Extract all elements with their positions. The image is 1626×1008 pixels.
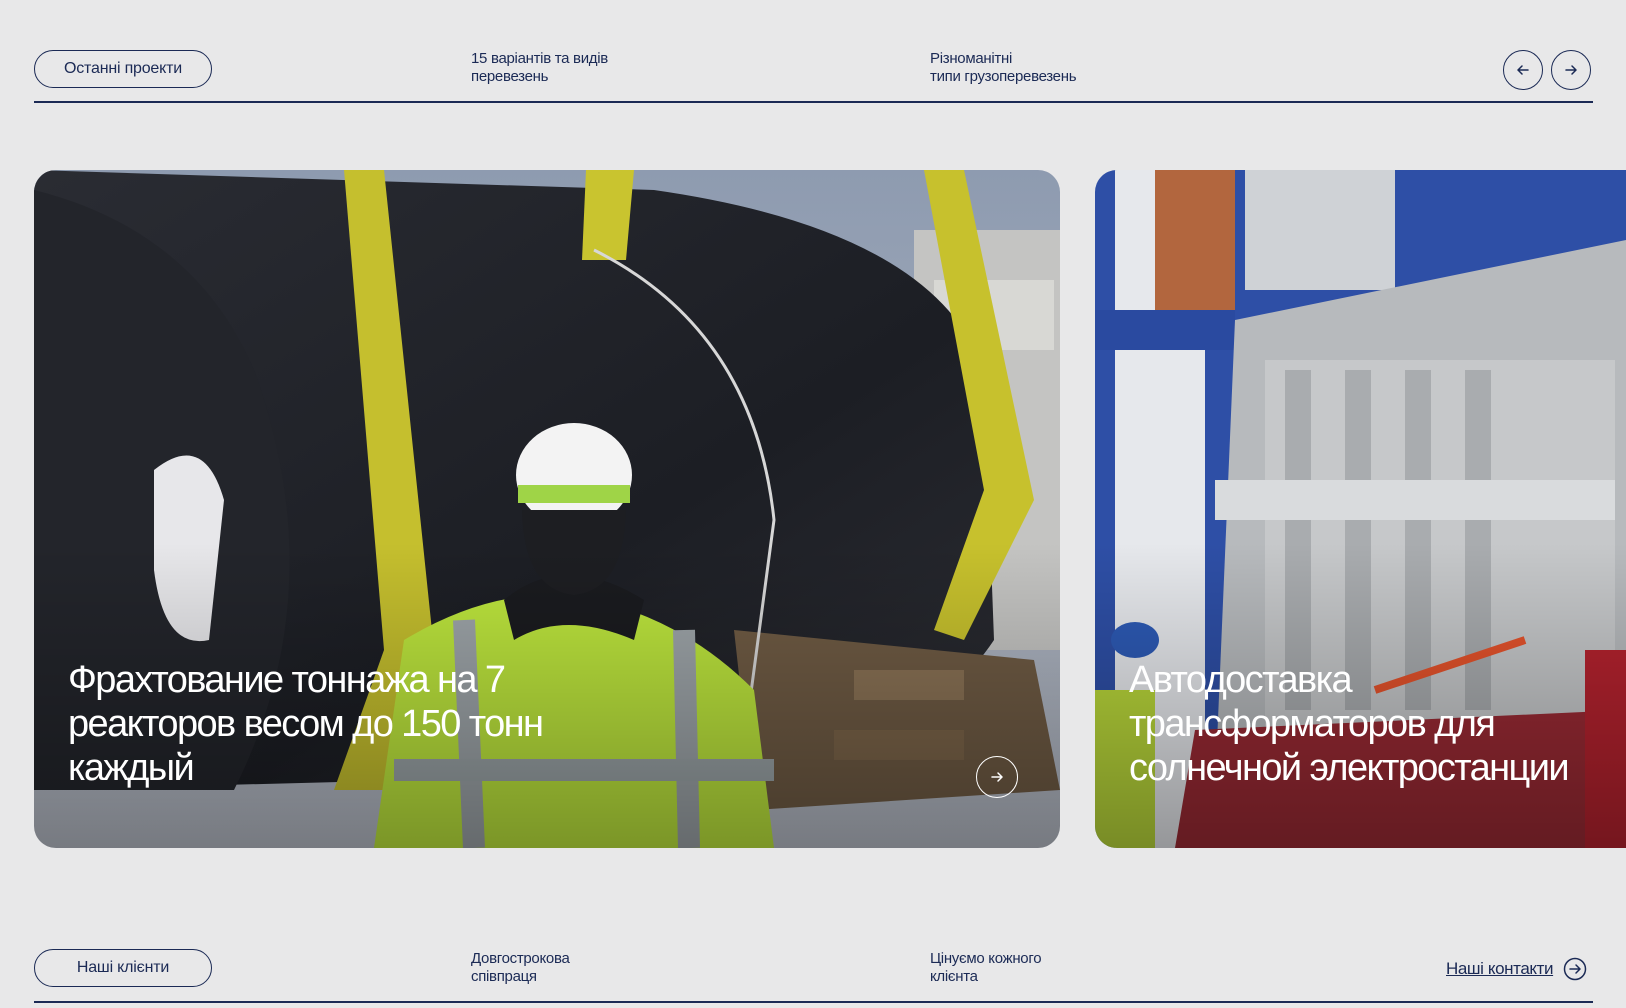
project-card-title: Фрахтование тоннажа на 7 реакторов весом… — [68, 659, 544, 789]
contacts-link[interactable]: Наші контакти — [1446, 957, 1587, 981]
project-card-title: Автодоставка трансформаторов для солнечн… — [1129, 659, 1570, 789]
project-card-transformers[interactable]: Автодоставка трансформаторов для солнечн… — [1095, 170, 1626, 848]
arrow-left-icon — [1517, 65, 1529, 75]
arrow-right-icon — [991, 772, 1003, 782]
meta-long-term: Довгострокова співпраця — [471, 950, 570, 985]
meta-transport-variants: 15 варіантів та видів перевезень — [471, 50, 608, 85]
project-card-reactors[interactable]: Фрахтование тоннажа на 7 реакторов весом… — [34, 170, 1060, 848]
arrow-right-icon — [1565, 65, 1577, 75]
prev-slide-button[interactable] — [1503, 50, 1543, 90]
project-card-open-button[interactable] — [976, 756, 1018, 798]
latest-projects-label: Останні проекти — [64, 60, 182, 77]
meta-value-clients: Цінуємо кожного клієнта — [930, 950, 1042, 985]
top-divider — [34, 101, 1593, 103]
arrow-right-circle-icon — [1563, 957, 1587, 981]
our-clients-button[interactable]: Наші клієнти — [34, 949, 212, 987]
next-slide-button[interactable] — [1551, 50, 1591, 90]
meta-cargo-types: Різноманітні типи грузоперевезень — [930, 50, 1077, 85]
bottom-divider — [34, 1001, 1593, 1003]
contacts-link-label: Наші контакти — [1446, 959, 1554, 978]
latest-projects-button[interactable]: Останні проекти — [34, 50, 212, 88]
our-clients-label: Наші клієнти — [76, 959, 170, 976]
